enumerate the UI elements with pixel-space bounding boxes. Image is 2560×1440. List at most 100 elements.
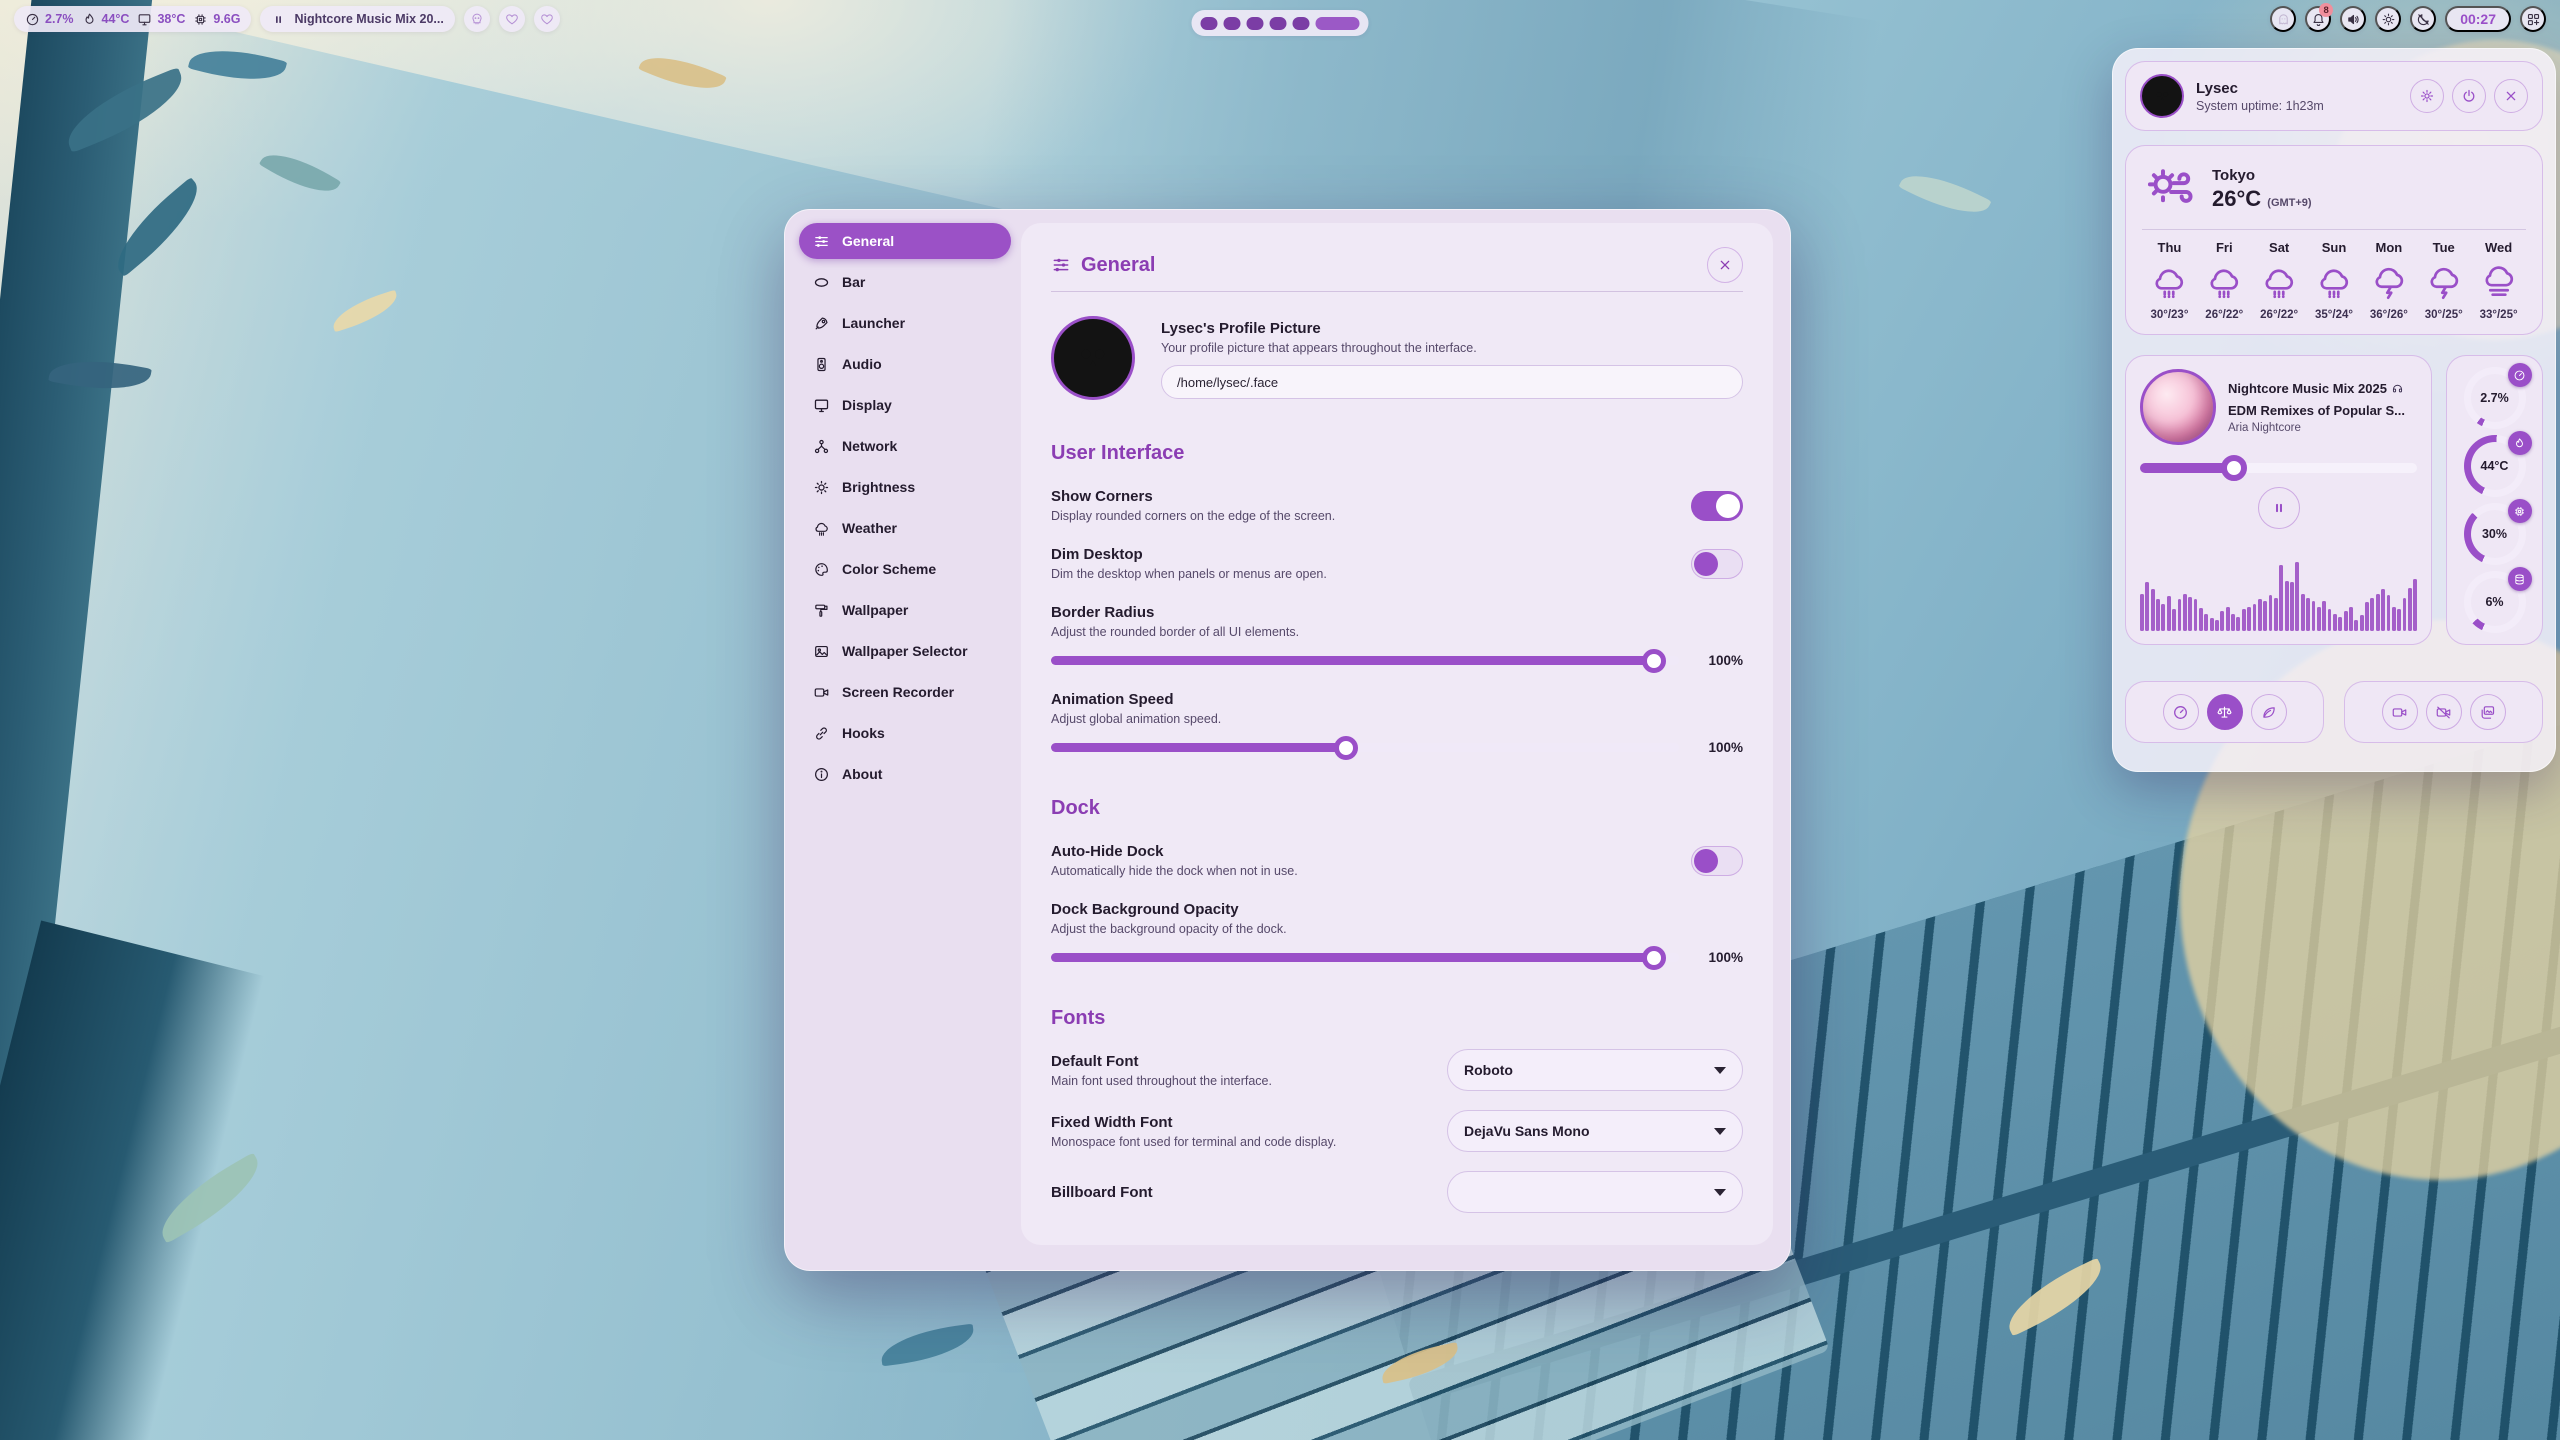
sun-icon	[2381, 12, 2396, 27]
heart-icon	[540, 12, 554, 26]
animation-speed-description: Adjust global animation speed.	[1051, 712, 1743, 726]
show-corners-toggle[interactable]	[1691, 491, 1743, 521]
sidebar-item[interactable]: Audio	[799, 346, 1011, 382]
show-corners-description: Display rounded corners on the edge of t…	[1051, 509, 1671, 523]
profile-heading: Lysec's Profile Picture	[1161, 320, 1743, 337]
overview-button[interactable]	[2520, 6, 2546, 32]
forecast-day-name: Thu	[2158, 240, 2182, 255]
animation-speed-slider[interactable]	[1051, 743, 1679, 752]
sidebar-item[interactable]: Brightness	[799, 469, 1011, 505]
tray-app-button[interactable]	[2270, 6, 2296, 32]
border-radius-label: Border Radius	[1051, 604, 1743, 621]
night-light-button[interactable]	[2410, 6, 2436, 32]
volume-button[interactable]	[2340, 6, 2366, 32]
sidebar-item[interactable]: Bar	[799, 264, 1011, 300]
media-player-card: Nightcore Music Mix 2025 EDM Remixes of …	[2125, 355, 2432, 645]
dock-opacity-slider[interactable]	[1051, 953, 1679, 962]
slider-thumb[interactable]	[1642, 649, 1666, 673]
capture-tool-button[interactable]	[2470, 694, 2506, 730]
visualizer-bar	[2312, 601, 2316, 631]
sidebar-item[interactable]: About	[799, 756, 1011, 792]
workspace-dot[interactable]	[1224, 17, 1241, 30]
power-button[interactable]	[2452, 79, 2486, 113]
workspace-dot[interactable]	[1247, 17, 1264, 30]
slider-thumb[interactable]	[1334, 736, 1358, 760]
stat-value: 30%	[2482, 527, 2507, 541]
image-icon	[813, 643, 830, 660]
toggle-knob	[1694, 552, 1718, 576]
sidebar-item-label: Wallpaper	[842, 602, 908, 618]
sidebar-item[interactable]: Network	[799, 428, 1011, 464]
clock-button[interactable]: 00:27	[2445, 6, 2511, 32]
sidebar-item[interactable]: Wallpaper Selector	[799, 633, 1011, 669]
system-stat-ring: 2.7%	[2464, 367, 2526, 429]
media-progress-slider[interactable]	[2140, 463, 2417, 473]
forecast-day-name: Tue	[2433, 240, 2455, 255]
sidebar-item[interactable]: Hooks	[799, 715, 1011, 751]
play-pause-button[interactable]	[2258, 487, 2300, 529]
sidebar-item[interactable]: Display	[799, 387, 1011, 423]
brightness-button[interactable]	[2375, 6, 2401, 32]
forecast-temps: 33°/25°	[2480, 309, 2518, 321]
profile-path-input[interactable]: /home/lysec/.face	[1161, 365, 1743, 399]
pinned-app-button[interactable]	[464, 6, 490, 32]
settings-sidebar: General Bar Launcher Audio Display Netwo…	[799, 223, 1011, 797]
close-button[interactable]	[1707, 247, 1743, 283]
notifications-button[interactable]: 8	[2305, 6, 2331, 32]
sidebar-item[interactable]: Launcher	[799, 305, 1011, 341]
system-stat-ring: 6%	[2464, 571, 2526, 633]
workspace-dot[interactable]	[1316, 17, 1360, 30]
power-profiles-card	[2125, 681, 2324, 743]
default-font-dropdown[interactable]: Roboto	[1447, 1049, 1743, 1091]
skull-avatar-icon	[1064, 329, 1122, 387]
fixed-font-dropdown[interactable]: DejaVu Sans Mono	[1447, 1110, 1743, 1152]
animation-speed-label: Animation Speed	[1051, 691, 1743, 708]
sidebar-item[interactable]: Wallpaper	[799, 592, 1011, 628]
profile-avatar[interactable]	[1051, 316, 1135, 400]
forecast-day: Mon 36°/26°	[2361, 240, 2416, 321]
visualizer-bar	[2204, 614, 2208, 631]
leaf-icon	[2260, 704, 2277, 721]
system-stats-card: 2.7% 44°C 30%	[2446, 355, 2543, 645]
close-icon	[2503, 88, 2519, 104]
sidebar-item[interactable]: Screen Recorder	[799, 674, 1011, 710]
settings-button[interactable]	[2410, 79, 2444, 113]
power-icon	[2461, 88, 2477, 104]
forecast-day-name: Sat	[2269, 240, 2289, 255]
visualizer-bar	[2220, 611, 2224, 631]
power-profile-button[interactable]	[2251, 694, 2287, 730]
now-playing-chip[interactable]: Nightcore Music Mix 20...	[260, 6, 454, 32]
close-icon	[1717, 257, 1733, 273]
slider-fill	[2140, 463, 2234, 473]
power-profile-button[interactable]	[2163, 694, 2199, 730]
sidebar-item[interactable]: Weather	[799, 510, 1011, 546]
dim-desktop-toggle[interactable]	[1691, 549, 1743, 579]
speaker-box-icon	[813, 356, 830, 373]
visualizer-bar	[2392, 607, 2396, 631]
sidebar-item[interactable]: Color Scheme	[799, 551, 1011, 587]
workspace-dot[interactable]	[1201, 17, 1218, 30]
auto-hide-dock-label: Auto-Hide Dock	[1051, 843, 1671, 860]
slider-thumb[interactable]	[1642, 946, 1666, 970]
sidebar-item[interactable]: General	[799, 223, 1011, 259]
visualizer-bar	[2247, 607, 2251, 631]
capture-tool-button[interactable]	[2426, 694, 2462, 730]
flame-icon	[2513, 437, 2526, 450]
billboard-font-dropdown[interactable]	[1447, 1171, 1743, 1213]
forecast-day-name: Wed	[2485, 240, 2512, 255]
close-panel-button[interactable]	[2494, 79, 2528, 113]
billboard-font-label: Billboard Font	[1051, 1184, 1447, 1201]
workspace-dot[interactable]	[1270, 17, 1287, 30]
chevron-down-icon	[1714, 1128, 1726, 1135]
visualizer-bar	[2258, 599, 2262, 631]
workspace-dot[interactable]	[1293, 17, 1310, 30]
border-radius-slider[interactable]	[1051, 656, 1679, 665]
pinned-app-button[interactable]	[534, 6, 560, 32]
capture-tool-button[interactable]	[2382, 694, 2418, 730]
pinned-app-button[interactable]	[499, 6, 525, 32]
auto-hide-dock-toggle[interactable]	[1691, 846, 1743, 876]
power-profile-button[interactable]	[2207, 694, 2243, 730]
sidebar-item-label: General	[842, 233, 894, 249]
slider-thumb[interactable]	[2221, 455, 2247, 481]
sidebar-item-label: Brightness	[842, 479, 915, 495]
